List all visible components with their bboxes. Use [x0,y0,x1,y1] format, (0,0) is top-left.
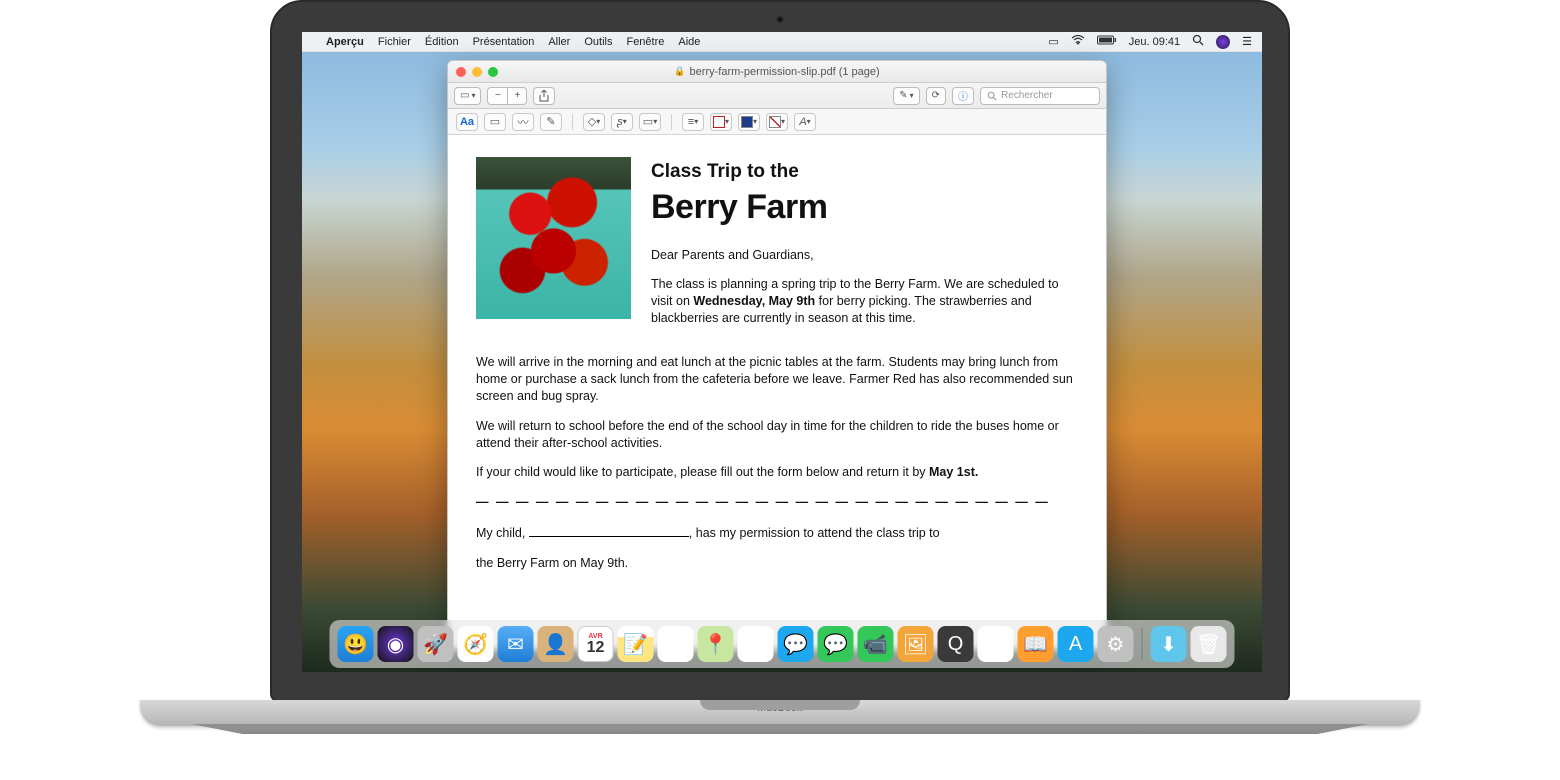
dock-trash-icon[interactable]: 🗑 [1191,626,1227,662]
pdf-page: Class Trip to the Berry Farm Dear Parent… [476,157,1078,572]
laptop-lid: Aperçu Fichier Édition Présentation Alle… [270,0,1290,702]
menu-edit[interactable]: Édition [425,36,459,48]
dock-finder-icon[interactable]: 😃 [338,626,374,662]
screen: Aperçu Fichier Édition Présentation Alle… [302,32,1262,672]
menu-go[interactable]: Aller [548,36,570,48]
dock-maps-icon[interactable]: 📍 [698,626,734,662]
dock: 😃◉🚀🧭✉👤AVR12📝☑📍❀💬💬📹🖼Q♫📖A⚙⬇🗑 [330,620,1235,668]
menu-help[interactable]: Aide [678,36,700,48]
dock-messages-icon[interactable]: 💬 [778,626,814,662]
dock-photos-icon[interactable]: ❀ [738,626,774,662]
dock-siri-icon[interactable]: ◉ [378,626,414,662]
doc-greeting: Dear Parents and Guardians, [651,247,1078,264]
app-menu[interactable]: Aperçu [326,36,364,48]
doc-paragraph-1: The class is planning a spring trip to t… [651,276,1078,327]
markup-toggle-button[interactable]: ⓘ [952,87,974,105]
search-field[interactable]: Rechercher [980,87,1100,105]
titlebar[interactable]: 🔒 berry-farm-permission-slip.pdf (1 page… [448,61,1106,83]
document-viewport[interactable]: Class Trip to the Berry Farm Dear Parent… [448,135,1106,649]
draw-tool[interactable]: ✎ [540,113,562,131]
doc-form-line-2: the Berry Farm on May 9th. [476,555,1078,572]
doc-paragraph-3: We will return to school before the end … [476,418,1078,452]
line-style-button[interactable]: ≡▾ [682,113,704,131]
note-tool[interactable]: ▭▾ [639,113,661,131]
rotate-button[interactable]: ⟳ [926,87,946,105]
dock-imessage-icon[interactable]: 💬 [818,626,854,662]
preview-window: 🔒 berry-farm-permission-slip.pdf (1 page… [447,60,1107,650]
strawberry-image [476,157,631,319]
dock-calendar-icon[interactable]: AVR12 [578,626,614,662]
laptop-feet [140,724,1420,734]
text-tool[interactable]: Aa [456,113,478,131]
dock-quicktime-icon[interactable]: Q [938,626,974,662]
shapes-tool[interactable]: ◇▾ [583,113,605,131]
dock-itunes-icon[interactable]: ♫ [978,626,1014,662]
traffic-lights [456,67,498,77]
dock-mail-icon[interactable]: ✉ [498,626,534,662]
doc-heading: Berry Farm [651,185,1078,231]
window-title: berry-farm-permission-slip.pdf (1 page) [690,66,880,78]
dock-contacts-icon[interactable]: 👤 [538,626,574,662]
search-placeholder: Rechercher [1001,90,1053,101]
highlight-button[interactable]: ✎▾ [893,87,919,105]
font-style-button[interactable]: A▾ [794,113,816,131]
dock-separator [1142,628,1143,660]
doc-form-line-1: My child, , has my permission to attend … [476,525,1078,542]
camera-icon [777,16,784,23]
dock-appstore-icon[interactable]: A [1058,626,1094,662]
laptop-base [140,700,1420,726]
zoom-in-button[interactable]: + [507,87,527,105]
dock-launchpad-icon[interactable]: 🚀 [418,626,454,662]
spotlight-icon[interactable] [1192,34,1204,49]
minimize-button[interactable] [472,67,482,77]
menu-tools[interactable]: Outils [584,36,612,48]
view-mode-button[interactable]: ▭▾ [454,87,481,105]
doc-overline: Class Trip to the [651,159,1078,185]
menu-presentation[interactable]: Présentation [473,36,535,48]
laptop-frame: Aperçu Fichier Édition Présentation Alle… [140,0,1420,734]
menubar: Aperçu Fichier Édition Présentation Alle… [302,32,1262,52]
wifi-icon[interactable] [1071,35,1085,48]
separator [572,114,573,130]
clock[interactable]: Jeu. 09:41 [1129,36,1180,48]
border-color-button[interactable]: ▾ [710,113,732,131]
doc-paragraph-2: We will arrive in the morning and eat lu… [476,354,1078,405]
menu-window[interactable]: Fenêtre [626,36,664,48]
dock-ibooks-icon[interactable]: 📖 [1018,626,1054,662]
dock-preview-icon[interactable]: 🖼 [898,626,934,662]
dock-reminders-icon[interactable]: ☑ [658,626,694,662]
shape-fill-button[interactable]: ▾ [766,113,788,131]
siri-menubar-icon[interactable] [1216,35,1230,49]
menu-file[interactable]: Fichier [378,36,411,48]
laptop-notch [700,700,860,710]
child-name-field[interactable] [529,536,689,537]
notification-center-icon[interactable]: ☰ [1242,35,1252,48]
zoom-out-button[interactable]: − [487,87,507,105]
dock-downloads-icon[interactable]: ⬇ [1151,626,1187,662]
close-button[interactable] [456,67,466,77]
dock-notes-icon[interactable]: 📝 [618,626,654,662]
markup-toolbar: Aa ▭ 〰 ✎ ◇▾ ʂ▾ ▭▾ ≡▾ ▾ ▾ ▾ A▾ [448,109,1106,135]
separator-dashes: — — — — — — — — — — — — — — — — — — — — … [476,494,1078,511]
window-title-area: 🔒 berry-farm-permission-slip.pdf (1 page… [674,66,879,78]
sign-tool[interactable]: ʂ▾ [611,113,633,131]
separator [671,114,672,130]
airplay-icon[interactable]: ▭ [1048,35,1058,48]
maximize-button[interactable] [488,67,498,77]
dock-settings-icon[interactable]: ⚙ [1098,626,1134,662]
share-button[interactable] [533,87,555,105]
lock-icon: 🔒 [674,66,685,77]
battery-icon[interactable] [1097,35,1117,48]
fill-color-button[interactable]: ▾ [738,113,760,131]
toolbar: ▭▾ − + ✎▾ ⟳ ⓘ Rechercher [448,83,1106,109]
dock-safari-icon[interactable]: 🧭 [458,626,494,662]
sketch-tool[interactable]: 〰 [512,113,534,131]
selection-tool[interactable]: ▭ [484,113,506,131]
dock-facetime-icon[interactable]: 📹 [858,626,894,662]
doc-paragraph-4: If your child would like to participate,… [476,464,1078,481]
